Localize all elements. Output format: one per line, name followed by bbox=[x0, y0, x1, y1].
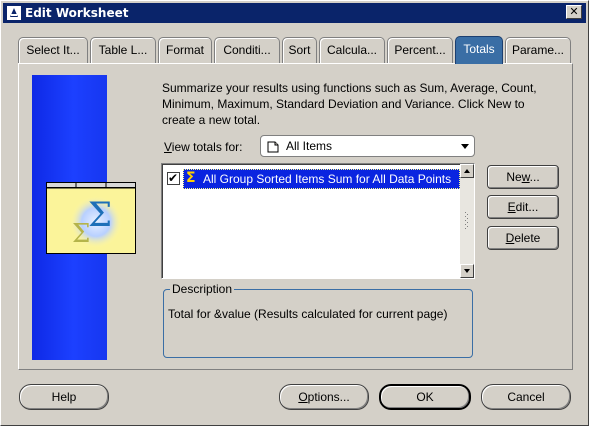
tab-conditions[interactable]: Conditi... bbox=[214, 37, 280, 63]
delete-label-after: elete bbox=[514, 231, 541, 245]
description-group: Description Total for &value (Results ca… bbox=[163, 282, 473, 358]
edit-label-after: dit... bbox=[515, 200, 539, 214]
app-icon bbox=[7, 6, 21, 20]
description-legend: Description bbox=[170, 282, 235, 296]
tab-calculations[interactable]: Calcula... bbox=[319, 37, 385, 63]
view-totals-value: All Items bbox=[286, 139, 333, 153]
new-label-before: Ne bbox=[506, 170, 522, 184]
list-item[interactable]: ✔ Σ All Group Sorted Items Sum for All D… bbox=[166, 168, 460, 189]
view-label-rest: iew totals for: bbox=[171, 140, 243, 154]
view-totals-label: View totals for: bbox=[164, 140, 243, 154]
arrow-down-icon bbox=[464, 269, 470, 273]
options-label-mnemonic: O bbox=[298, 390, 308, 404]
new-label-mnemonic: w bbox=[521, 170, 530, 184]
folder-icon bbox=[267, 141, 279, 153]
new-button[interactable]: New... bbox=[487, 165, 559, 189]
options-label-after: ptions... bbox=[307, 390, 350, 404]
description-text: Total for &value (Results calculated for… bbox=[168, 307, 448, 321]
scroll-grip-icon[interactable] bbox=[465, 212, 469, 230]
summary-text: Summarize your results using functions s… bbox=[162, 80, 562, 128]
cancel-button[interactable]: Cancel bbox=[481, 384, 571, 410]
edit-button[interactable]: Edit... bbox=[487, 195, 559, 219]
tab-percentages[interactable]: Percent... bbox=[387, 37, 453, 63]
title-bar[interactable]: Edit Worksheet ✕ bbox=[3, 3, 586, 23]
new-label-after: ... bbox=[529, 170, 540, 184]
help-button[interactable]: Help bbox=[19, 384, 109, 410]
tab-totals[interactable]: Totals bbox=[455, 36, 503, 64]
view-label-mnemonic: V bbox=[164, 140, 172, 154]
view-totals-dropdown[interactable]: All Items bbox=[260, 135, 475, 157]
tab-parameters[interactable]: Parame... bbox=[505, 37, 571, 63]
checkmark-icon: ✔ bbox=[168, 171, 179, 185]
edit-worksheet-dialog: Edit Worksheet ✕ Select It... Table L...… bbox=[0, 0, 589, 426]
sigma-icon: Σ bbox=[186, 170, 196, 186]
tab-select-items[interactable]: Select It... bbox=[18, 37, 88, 63]
total-item-label: All Group Sorted Items Sum for All Data … bbox=[203, 172, 452, 186]
totals-sigma-icon: Σ Σ bbox=[46, 182, 136, 254]
chevron-down-icon[interactable] bbox=[461, 144, 469, 149]
vertical-scrollbar[interactable] bbox=[460, 164, 474, 278]
scroll-up-button[interactable] bbox=[460, 164, 474, 178]
arrow-up-icon bbox=[464, 169, 470, 173]
totals-list[interactable]: ✔ Σ All Group Sorted Items Sum for All D… bbox=[161, 163, 475, 279]
ok-button[interactable]: OK bbox=[379, 384, 471, 410]
tab-format[interactable]: Format bbox=[158, 37, 212, 63]
summary-line-3: create a new total. bbox=[162, 113, 261, 127]
scroll-down-button[interactable] bbox=[460, 264, 474, 278]
close-button[interactable]: ✕ bbox=[566, 5, 582, 19]
window-title: Edit Worksheet bbox=[25, 6, 129, 20]
tab-sort[interactable]: Sort bbox=[282, 37, 317, 63]
delete-label-mnemonic: D bbox=[505, 231, 515, 245]
svg-text:Σ: Σ bbox=[88, 195, 112, 235]
delete-button[interactable]: Delete bbox=[487, 226, 559, 250]
summary-line-2: Minimum, Maximum, Standard Deviation and… bbox=[162, 97, 525, 111]
tab-table-layout[interactable]: Table L... bbox=[90, 37, 156, 63]
total-checkbox[interactable]: ✔ bbox=[167, 171, 180, 185]
edit-label-mnemonic: E bbox=[507, 200, 516, 214]
options-button[interactable]: Options... bbox=[279, 384, 369, 410]
summary-line-1: Summarize your results using functions s… bbox=[162, 81, 537, 95]
